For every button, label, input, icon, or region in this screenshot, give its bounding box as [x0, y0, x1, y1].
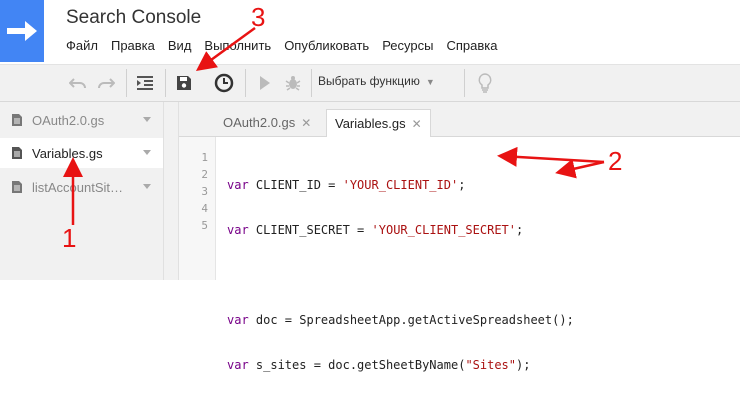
code-line: var doc = SpreadsheetApp.getActiveSpread…: [227, 312, 574, 329]
code-text: doc = SpreadsheetApp.getActiveSpreadshee…: [248, 313, 574, 327]
code-string: "Sites": [465, 358, 517, 372]
script-editor-window: Search Console Файл Правка Вид Выполнить…: [0, 0, 740, 372]
code-keyword: var: [227, 313, 249, 327]
annotation-label-3: 3: [251, 2, 266, 32]
annotation-arrows: [63, 26, 605, 225]
annotation-label-2: 2: [608, 146, 623, 176]
code-line: var s_sites = doc.getSheetByName("Sites"…: [227, 357, 574, 374]
annotation-arrow-2b: [555, 158, 605, 179]
code-text: );: [516, 358, 531, 372]
annotation-arrow-2a: [497, 146, 605, 167]
code-text: s_sites = doc.getSheetByName(: [248, 358, 466, 372]
code-keyword: var: [227, 358, 249, 372]
annotation-arrow-3: [195, 26, 256, 71]
annotation-label-1: 1: [62, 223, 77, 253]
